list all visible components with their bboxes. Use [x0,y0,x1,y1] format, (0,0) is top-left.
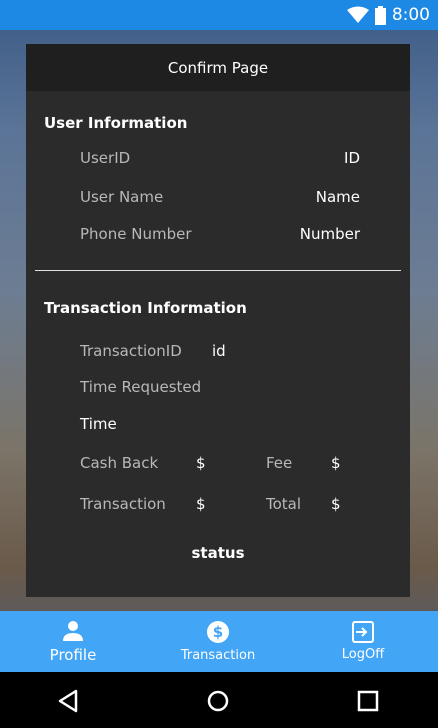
phone-label: Phone Number [80,225,192,243]
status-time: 8:00 [391,5,430,25]
dollar-circle-icon: $ [207,621,229,643]
transaction-label: Transaction [80,495,166,513]
dialog-title: Confirm Page [167,58,269,77]
transaction-value: $ [196,495,206,513]
system-nav-bar [0,672,438,728]
time-requested-label: Time Requested [80,378,202,396]
total-label: Total [266,495,302,513]
back-icon[interactable] [54,686,84,716]
userid-label: UserID [80,149,131,167]
status-icons: 8:00 [346,5,430,25]
transaction-id-label: TransactionID [80,342,182,360]
fee-value: $ [331,454,341,472]
status-bar: 8:00 [0,0,438,30]
cash-back-label: Cash Back [80,454,159,472]
nav-logoff[interactable]: LogOff [330,611,396,672]
home-icon[interactable] [203,686,233,716]
wifi-icon [346,6,369,23]
fee-label: Fee [266,454,293,472]
cash-back-value: $ [196,454,206,472]
nav-transaction-label: Transaction [180,648,256,663]
username-label: User Name [80,188,164,206]
confirm-dialog: Confirm Page User Information UserID ID … [26,44,410,597]
section-divider [35,270,401,271]
time-value: Time [80,415,117,433]
svg-text:$: $ [213,623,223,641]
username-value: Name [315,188,360,206]
nav-profile[interactable]: Profile [30,611,116,672]
person-icon [63,620,83,641]
logout-icon [352,621,374,643]
dialog-header: Confirm Page [26,44,410,91]
recents-icon[interactable] [353,686,383,716]
user-info-title: User Information [44,114,188,132]
phone-value: Number [299,225,360,243]
nav-logoff-label: LogOff [341,647,385,662]
transaction-info-title: Transaction Information [44,299,247,317]
battery-icon [374,5,386,25]
status-text: status [191,544,245,562]
nav-transaction[interactable]: $ Transaction [168,611,268,672]
total-value: $ [331,495,341,513]
transaction-id-value: id [212,342,226,360]
nav-profile-label: Profile [49,645,97,664]
bottom-nav: Profile $ Transaction LogOff [0,611,438,672]
userid-value: ID [344,149,360,167]
